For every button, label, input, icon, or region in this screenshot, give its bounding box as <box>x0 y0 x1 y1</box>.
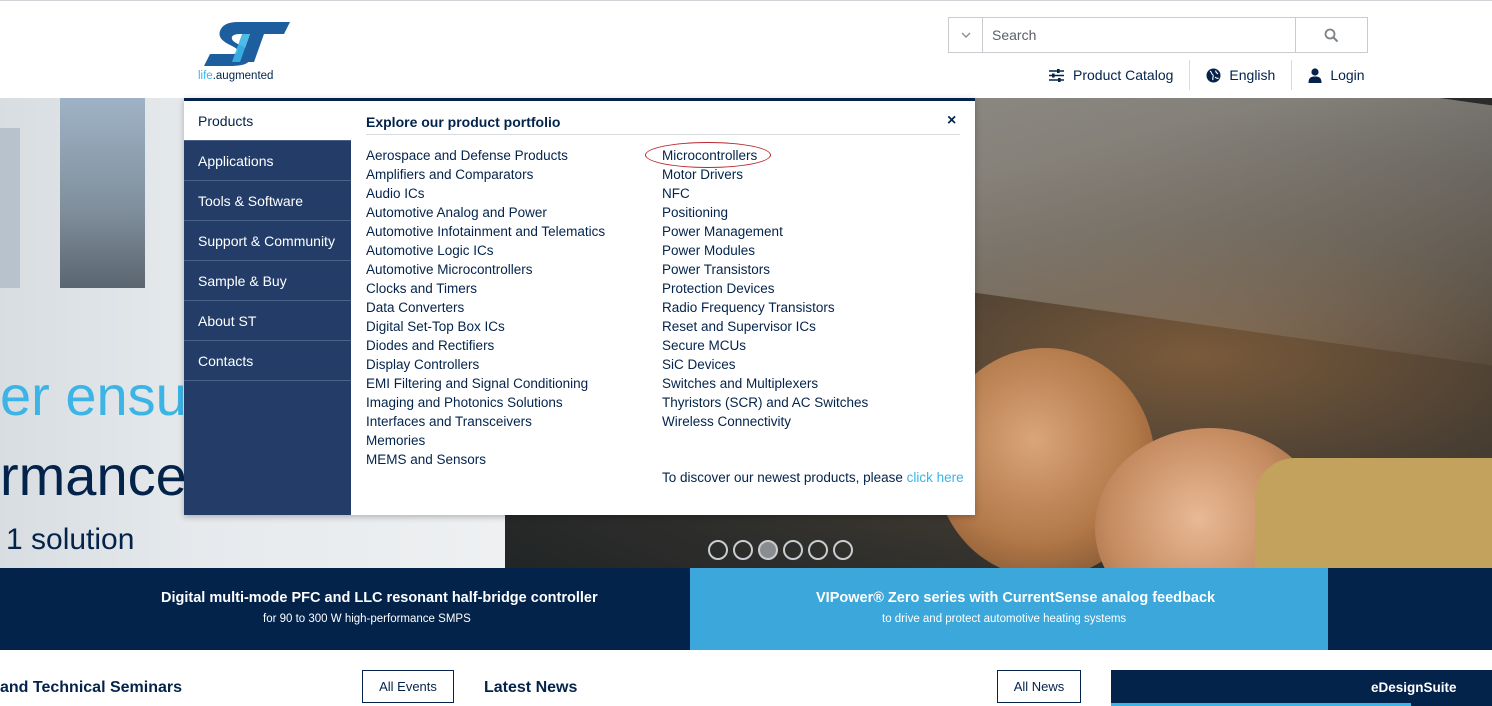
nav-item-about-st[interactable]: About ST <box>184 301 351 341</box>
carousel-dot[interactable] <box>733 540 753 560</box>
mega-menu-nav: Products Applications Tools & Software S… <box>184 101 351 515</box>
st-logo-icon <box>204 22 290 66</box>
product-category-link[interactable]: Amplifiers and Comparators <box>366 165 605 184</box>
globe-icon <box>1206 68 1221 82</box>
product-category-link[interactable]: Motor Drivers <box>662 165 868 184</box>
promo-right[interactable]: VIPower® Zero series with CurrentSense a… <box>690 568 1328 650</box>
nav-item-contacts[interactable]: Contacts <box>184 341 351 381</box>
product-category-link[interactable]: Interfaces and Transceivers <box>366 412 605 431</box>
product-category-link[interactable]: Radio Frequency Transistors <box>662 298 868 317</box>
events-heading: and Technical Seminars <box>0 679 182 696</box>
language-selector[interactable]: English <box>1206 61 1275 89</box>
product-category-link[interactable]: Thyristors (SCR) and AC Switches <box>662 393 868 412</box>
product-category-link[interactable]: Secure MCUs <box>662 336 868 355</box>
product-category-link[interactable]: Automotive Logic ICs <box>366 241 605 260</box>
products-mega-menu: Products Applications Tools & Software S… <box>184 98 975 515</box>
product-category-link[interactable]: Diodes and Rectifiers <box>366 336 605 355</box>
new-products-text: To discover our newest products, please <box>662 470 907 485</box>
product-category-list-1: Aerospace and Defense Products Amplifier… <box>366 146 605 469</box>
product-category-link[interactable]: Positioning <box>662 203 868 222</box>
promo-edge <box>1328 568 1492 650</box>
close-icon[interactable]: × <box>947 112 956 130</box>
promo-left-subtitle: for 90 to 300 W high-performance SMPS <box>263 613 471 625</box>
search-button[interactable] <box>1295 18 1367 52</box>
hero-decor <box>1255 458 1492 568</box>
hero-headline-3: 1 solution <box>6 523 135 556</box>
nav-item-applications[interactable]: Applications <box>184 141 351 181</box>
hero-decor <box>60 98 145 288</box>
product-category-link[interactable]: Memories <box>366 431 605 450</box>
product-category-link[interactable]: Display Controllers <box>366 355 605 374</box>
latest-news-heading: Latest News <box>484 679 578 696</box>
login-label: Login <box>1330 67 1365 83</box>
hero-decor <box>0 128 20 288</box>
user-icon <box>1308 67 1322 83</box>
nav-item-sample-buy[interactable]: Sample & Buy <box>184 261 351 301</box>
product-category-link[interactable]: MEMS and Sensors <box>366 450 605 469</box>
mega-menu-content: Explore our product portfolio × Aerospac… <box>351 101 975 515</box>
st-logo[interactable]: life.augmented <box>198 18 298 88</box>
promo-left-title: Digital multi-mode PFC and LLC resonant … <box>161 590 598 606</box>
edesignsuite-label: eDesignSuite <box>1371 680 1457 695</box>
carousel-dot[interactable] <box>783 540 803 560</box>
nav-item-tools-software[interactable]: Tools & Software <box>184 181 351 221</box>
product-category-link[interactable]: Audio ICs <box>366 184 605 203</box>
all-events-button[interactable]: All Events <box>362 670 454 703</box>
sliders-icon <box>1049 68 1064 82</box>
nav-item-products[interactable]: Products <box>184 101 351 141</box>
promo-right-title: VIPower® Zero series with CurrentSense a… <box>816 590 1216 606</box>
carousel-dot[interactable] <box>833 540 853 560</box>
product-category-link[interactable]: Power Modules <box>662 241 868 260</box>
new-products-note: To discover our newest products, please … <box>662 470 964 485</box>
product-catalog-label: Product Catalog <box>1073 67 1174 83</box>
product-category-link[interactable]: Imaging and Photonics Solutions <box>366 393 605 412</box>
divider <box>366 134 960 135</box>
language-label: English <box>1229 67 1276 83</box>
search-input[interactable] <box>983 18 1295 52</box>
product-category-link[interactable]: Power Transistors <box>662 260 868 279</box>
product-category-link[interactable]: Aerospace and Defense Products <box>366 146 605 165</box>
click-here-link[interactable]: click here <box>907 470 964 485</box>
carousel-dots <box>708 540 853 560</box>
highlighted-link: Microcontrollers <box>644 142 772 168</box>
promo-band: Digital multi-mode PFC and LLC resonant … <box>0 568 1492 650</box>
hero-headline-2: rmances <box>0 444 215 507</box>
product-category-link[interactable]: Wireless Connectivity <box>662 412 868 431</box>
divider <box>1189 60 1191 90</box>
product-category-link[interactable]: Clocks and Timers <box>366 279 605 298</box>
divider <box>1291 60 1293 90</box>
all-news-button[interactable]: All News <box>997 670 1081 703</box>
search-scope-dropdown[interactable] <box>949 18 983 52</box>
product-category-link[interactable]: Automotive Infotainment and Telematics <box>366 222 605 241</box>
edesignsuite-tab[interactable]: eDesignSuite <box>1111 670 1492 706</box>
logo-tagline: life.augmented <box>198 70 274 82</box>
product-category-link[interactable]: SiC Devices <box>662 355 868 374</box>
product-category-list-2: Microcontrollers Motor Drivers NFC Posit… <box>644 142 868 431</box>
utility-nav: Product Catalog English Login <box>1048 60 1365 90</box>
carousel-dot[interactable] <box>808 540 828 560</box>
product-category-link[interactable]: Power Management <box>662 222 868 241</box>
search-bar <box>948 17 1368 53</box>
nav-item-support-community[interactable]: Support & Community <box>184 221 351 261</box>
product-category-link[interactable]: Digital Set-Top Box ICs <box>366 317 605 336</box>
mega-menu-title: Explore our product portfolio <box>366 114 561 130</box>
product-category-link-microcontrollers[interactable]: Microcontrollers <box>644 142 868 168</box>
chevron-down-icon <box>961 32 970 38</box>
product-category-link[interactable]: Automotive Microcontrollers <box>366 260 605 279</box>
product-category-link[interactable]: EMI Filtering and Signal Conditioning <box>366 374 605 393</box>
product-category-link[interactable]: Reset and Supervisor ICs <box>662 317 868 336</box>
top-border <box>0 0 1492 1</box>
product-category-link[interactable]: Data Converters <box>366 298 605 317</box>
product-category-link[interactable]: Automotive Analog and Power <box>366 203 605 222</box>
product-category-link[interactable]: Protection Devices <box>662 279 868 298</box>
search-icon <box>1324 28 1339 42</box>
carousel-dot[interactable] <box>708 540 728 560</box>
product-category-link[interactable]: NFC <box>662 184 868 203</box>
promo-right-subtitle: to drive and protect automotive heating … <box>882 613 1127 625</box>
login-link[interactable]: Login <box>1308 61 1365 89</box>
product-catalog-link[interactable]: Product Catalog <box>1048 61 1173 89</box>
product-category-link[interactable]: Switches and Multiplexers <box>662 374 868 393</box>
carousel-dot-active[interactable] <box>758 540 778 560</box>
